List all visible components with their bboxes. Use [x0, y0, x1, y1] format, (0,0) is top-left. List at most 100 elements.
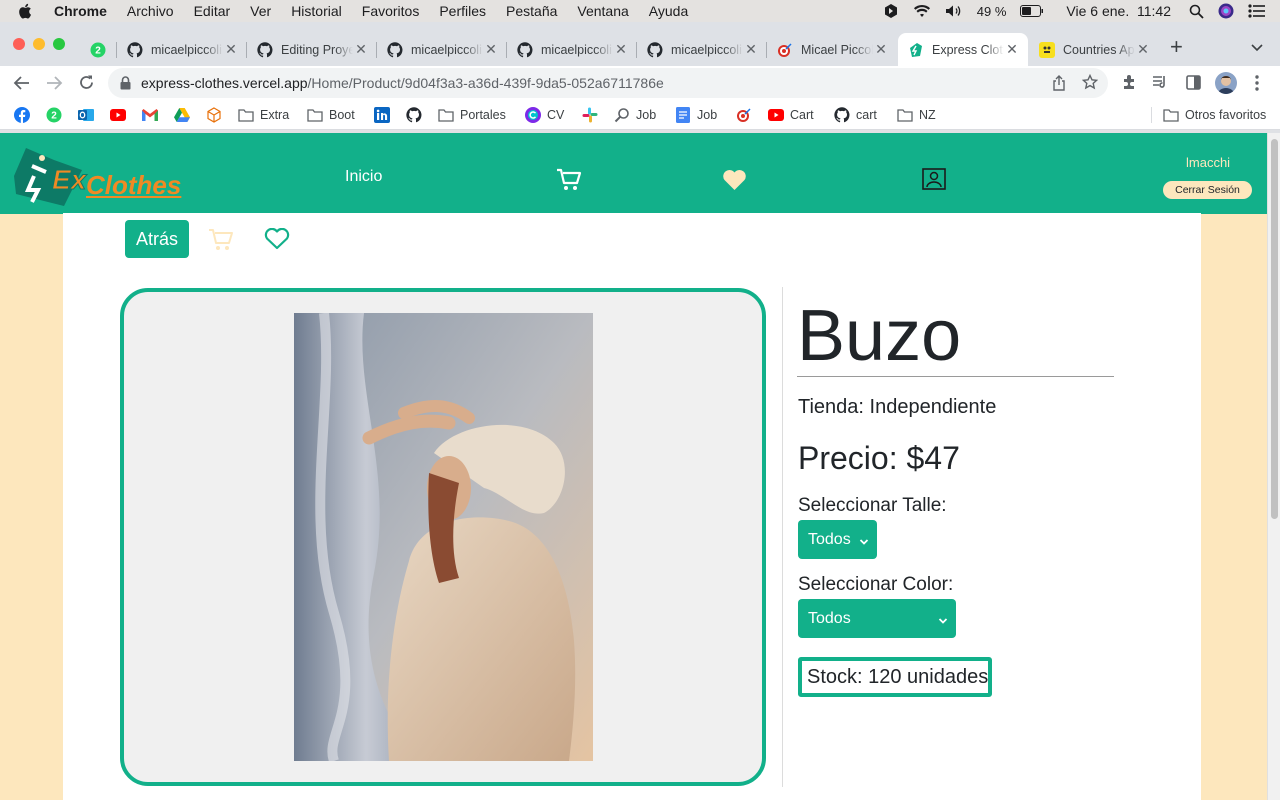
bookmark-cart-github[interactable]: cart	[834, 106, 877, 124]
url-path: /Home/Product/9d04f3a3-a36d-439f-9da5-05…	[307, 75, 664, 91]
bookmark-linkedin[interactable]	[374, 106, 396, 124]
bookmark-job-docs[interactable]: Job	[675, 106, 717, 124]
nav-cart-icon[interactable]	[556, 168, 582, 197]
github-icon	[127, 41, 143, 58]
clock[interactable]: Vie 6 ene. 11:42	[1066, 3, 1171, 19]
bookmark-folder-portales[interactable]: Portales	[438, 106, 506, 124]
bookmark-job-search[interactable]: Job	[614, 106, 656, 124]
spotlight-search-icon[interactable]	[1189, 4, 1204, 19]
bookmark-gmail[interactable]	[142, 106, 164, 124]
bookmark-cube[interactable]	[206, 106, 228, 124]
close-tab-icon[interactable]: ✕	[1135, 41, 1151, 58]
bookmark-star-icon[interactable]	[1081, 73, 1099, 93]
control-center-icon[interactable]	[1248, 4, 1266, 18]
whatsapp-icon: 2	[90, 42, 106, 58]
page-scrollbar[interactable]	[1267, 133, 1280, 800]
close-tab-icon[interactable]: ✕	[1004, 41, 1020, 58]
bookmark-folder-extra[interactable]: Extra	[238, 106, 289, 124]
wifi-icon[interactable]	[913, 4, 931, 18]
add-to-favorites-heart-icon[interactable]	[264, 227, 290, 255]
forward-arrow-icon[interactable]	[45, 75, 63, 96]
close-tab-icon[interactable]: ✕	[353, 41, 369, 58]
color-select[interactable]: Todos	[798, 599, 956, 638]
stock-box: Stock: 120 unidades	[798, 657, 992, 697]
new-tab-button[interactable]: +	[1170, 36, 1183, 58]
battery-icon[interactable]	[1020, 5, 1044, 17]
product-price: Precio: $47	[798, 440, 960, 476]
menu-editar[interactable]: Editar	[194, 3, 231, 19]
site-logo[interactable]: Ex Clothes	[12, 146, 182, 208]
bookmark-drive[interactable]	[174, 106, 196, 124]
lock-icon[interactable]	[120, 76, 131, 90]
bookmark-portfolio[interactable]	[736, 106, 758, 124]
bookmark-folder-boot[interactable]: Boot	[307, 106, 355, 124]
nav-favorites-heart-icon[interactable]	[722, 169, 747, 196]
tab-portfolio[interactable]: Micael Piccoli ✕	[767, 33, 897, 66]
menu-ver[interactable]: Ver	[250, 3, 271, 19]
back-button[interactable]: Atrás	[125, 220, 189, 258]
bookmark-whatsapp[interactable]: 2	[46, 106, 68, 124]
vpn-icon[interactable]	[883, 3, 899, 19]
close-tab-icon[interactable]: ✕	[613, 41, 629, 58]
tab-github-2[interactable]: Editing Proyecto ✕	[247, 33, 377, 66]
close-tab-icon[interactable]: ✕	[483, 41, 499, 58]
menu-favoritos[interactable]: Favoritos	[362, 3, 420, 19]
add-to-cart-icon[interactable]	[208, 228, 234, 257]
bookmark-folder-nz[interactable]: NZ	[897, 106, 936, 124]
share-icon[interactable]	[1052, 75, 1066, 94]
reload-icon[interactable]	[78, 74, 95, 96]
tab-title: Editing Proyecto	[281, 42, 353, 57]
tab-title: Countries App	[1063, 42, 1135, 57]
bookmark-facebook[interactable]	[14, 106, 36, 124]
size-select[interactable]: Todos	[798, 520, 877, 559]
maximize-window-button[interactable]	[53, 38, 65, 50]
bookmark-github[interactable]	[406, 106, 428, 124]
nav-profile-icon[interactable]	[922, 168, 946, 195]
menu-ayuda[interactable]: Ayuda	[649, 3, 688, 19]
product-card: Atrás Buzo Tienda: Independiente Precio:…	[63, 213, 1201, 800]
bookmark-label: NZ	[919, 108, 936, 122]
nav-inicio-link[interactable]: Inicio	[345, 168, 382, 186]
tab-github-4[interactable]: micaelpiccoli ✕	[507, 33, 637, 66]
bookmark-slack[interactable]	[582, 106, 604, 124]
menu-historial[interactable]: Historial	[291, 3, 342, 19]
target-icon	[777, 42, 793, 58]
tab-whatsapp[interactable]: 2	[80, 33, 117, 66]
menu-app-name[interactable]: Chrome	[54, 3, 107, 19]
logout-button[interactable]: Cerrar Sesión	[1163, 181, 1252, 199]
apple-icon[interactable]	[18, 3, 38, 19]
bookmark-other-favorites[interactable]: Otros favoritos	[1163, 106, 1266, 124]
volume-icon[interactable]	[945, 4, 963, 18]
back-arrow-icon[interactable]	[13, 75, 31, 96]
docs-icon	[675, 107, 691, 123]
profile-avatar[interactable]	[1215, 72, 1237, 94]
menu-archivo[interactable]: Archivo	[127, 3, 174, 19]
bookmark-cart-youtube[interactable]: Cart	[768, 106, 814, 124]
bookmark-cv[interactable]: CV	[525, 106, 564, 124]
close-window-button[interactable]	[13, 38, 25, 50]
tab-github-3[interactable]: micaelpiccoli ✕	[377, 33, 507, 66]
address-bar[interactable]: express-clothes.vercel.app/Home/Product/…	[108, 68, 1108, 98]
siri-icon[interactable]	[1218, 3, 1234, 19]
menu-pestana[interactable]: Pestaña	[506, 3, 557, 19]
tab-express-clothes[interactable]: Express Clothes ✕	[898, 33, 1028, 66]
bookmark-label: Job	[697, 108, 718, 122]
menu-ventana[interactable]: Ventana	[577, 3, 628, 19]
close-tab-icon[interactable]: ✕	[223, 41, 239, 58]
reading-list-icon[interactable]	[1152, 75, 1168, 94]
minimize-window-button[interactable]	[33, 38, 45, 50]
macos-menubar: Chrome Archivo Editar Ver Historial Favo…	[0, 0, 1280, 22]
close-tab-icon[interactable]: ✕	[873, 41, 889, 58]
tab-search-icon[interactable]	[1250, 40, 1264, 58]
scrollbar-thumb[interactable]	[1271, 139, 1278, 519]
tab-countries[interactable]: Countries App ✕	[1029, 33, 1159, 66]
bookmark-outlook[interactable]	[78, 106, 100, 124]
tab-github-1[interactable]: micaelpiccoli ✕	[117, 33, 247, 66]
chrome-menu-icon[interactable]	[1255, 75, 1259, 96]
extensions-icon[interactable]	[1121, 74, 1137, 95]
close-tab-icon[interactable]: ✕	[743, 41, 759, 58]
bookmark-youtube[interactable]	[110, 106, 132, 124]
tab-github-5[interactable]: micaelpiccoli ✕	[637, 33, 767, 66]
side-panel-icon[interactable]	[1186, 75, 1201, 95]
menu-perfiles[interactable]: Perfiles	[439, 3, 486, 19]
